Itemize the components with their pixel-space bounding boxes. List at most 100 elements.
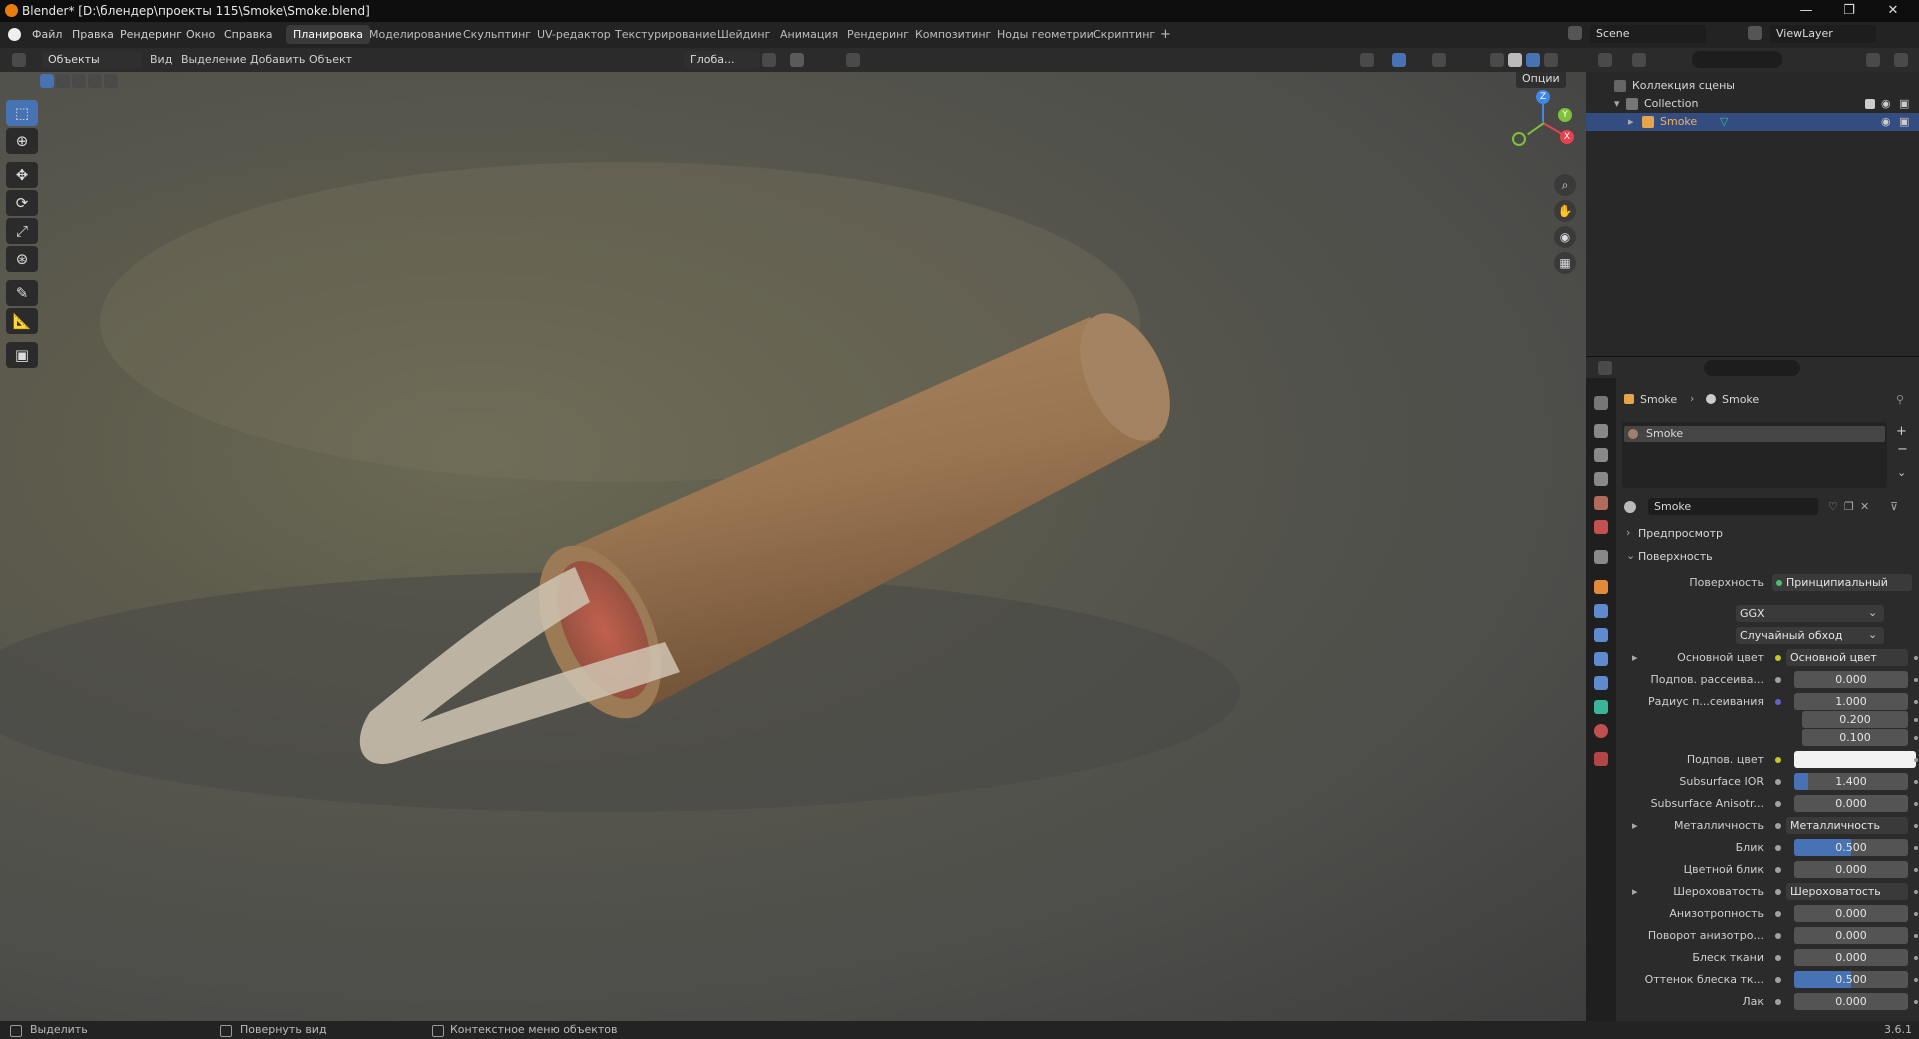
surface-section-header[interactable]: ⌄ Поверхность (1622, 548, 1912, 566)
select-extend-icon[interactable] (56, 74, 70, 88)
numeric-field[interactable]: 0.000 (1794, 949, 1908, 966)
tab-animation[interactable]: Анимация (773, 25, 845, 44)
z-axis-icon[interactable]: Z (1536, 90, 1550, 104)
distribution-dropdown[interactable]: GGX (1736, 605, 1884, 622)
keyframe-dot[interactable] (1914, 846, 1918, 850)
x-axis-icon[interactable]: X (1560, 130, 1574, 144)
zoom-icon[interactable]: ⌕ (1554, 174, 1576, 196)
numeric-field[interactable]: 0.000 (1794, 795, 1908, 812)
numeric-field[interactable]: 0.000 (1794, 671, 1908, 688)
preview-section-header[interactable]: › Предпросмотр (1622, 525, 1912, 543)
perspective-grid-icon[interactable]: ▦ (1554, 252, 1576, 274)
transform-orientation-dropdown[interactable]: Глоба... (684, 51, 760, 69)
proportional-edit-icon[interactable] (846, 53, 860, 67)
tab-scripting[interactable]: Скриптинг (1086, 25, 1162, 44)
data-tab-icon[interactable] (1594, 700, 1608, 714)
tab-rendering[interactable]: Рендеринг (840, 25, 916, 44)
socket-dot[interactable] (1775, 955, 1781, 961)
cursor-icon[interactable]: ⊕ (6, 128, 38, 154)
collection-tab-icon[interactable] (1594, 550, 1608, 564)
tab-shading[interactable]: Шейдинг (710, 25, 777, 44)
menu-object[interactable]: Объект (309, 53, 352, 66)
rendered-shading-icon[interactable] (1544, 53, 1558, 67)
color-swatch[interactable] (1794, 751, 1916, 768)
select-subtract-icon[interactable] (72, 74, 86, 88)
maximize-button[interactable]: ❐ (1829, 1, 1869, 21)
remove-slot-button[interactable]: − (1897, 442, 1908, 457)
view-layer-icon[interactable] (1748, 26, 1762, 40)
select-new-icon[interactable] (40, 74, 54, 88)
numeric-field[interactable]: 0.500 (1794, 971, 1908, 988)
menu-file[interactable]: Файл (32, 28, 62, 41)
visibility-icon[interactable] (1360, 53, 1374, 67)
output-tab-icon[interactable] (1594, 448, 1608, 462)
add-cube-icon[interactable]: ▣ (6, 342, 38, 368)
exclude-checkbox[interactable] (1865, 99, 1875, 109)
add-slot-button[interactable]: + (1896, 424, 1907, 439)
minimize-button[interactable]: — (1786, 1, 1826, 21)
menu-view[interactable]: Вид (150, 53, 172, 66)
outliner-row-scene-collection[interactable]: Коллекция сцены (1586, 77, 1919, 95)
keyframe-dot[interactable] (1914, 912, 1918, 916)
socket-dot[interactable] (1775, 999, 1781, 1005)
slot-menu-chevron-icon[interactable]: ⌄ (1897, 466, 1906, 479)
chevron-right-icon[interactable]: ▸ (1628, 113, 1634, 131)
filter-icon[interactable] (1866, 53, 1880, 67)
tab-geometry-nodes[interactable]: Ноды геометрии (990, 25, 1101, 44)
numeric-field[interactable]: 0.200 (1802, 711, 1908, 728)
numeric-field[interactable]: 0.000 (1794, 861, 1908, 878)
material-name-field[interactable]: Smoke (1648, 498, 1818, 515)
options-dropdown[interactable]: Опции (1516, 72, 1566, 88)
menu-render[interactable]: Рендеринг (120, 28, 182, 41)
modifiers-tab-icon[interactable] (1594, 604, 1608, 618)
keyframe-dot[interactable] (1914, 700, 1918, 704)
node-tree-icon[interactable]: ⊽ (1890, 500, 1898, 513)
rotate-icon[interactable]: ⟳ (6, 190, 38, 216)
keyframe-dot[interactable] (1914, 736, 1918, 740)
keyframe-dot[interactable] (1914, 978, 1918, 982)
object-tab-icon[interactable] (1594, 580, 1608, 594)
socket-dot[interactable] (1775, 655, 1781, 661)
keyframe-dot[interactable] (1914, 934, 1918, 938)
transform-icon[interactable]: ⊛ (6, 246, 38, 272)
move-icon[interactable]: ✥ (6, 162, 38, 188)
render-tab-icon[interactable] (1594, 424, 1608, 438)
linked-input-field[interactable]: Основной цвет (1786, 649, 1908, 666)
constraints-tab-icon[interactable] (1594, 676, 1608, 690)
solid-shading-icon[interactable] (1508, 53, 1522, 67)
scene-tab-icon[interactable] (1594, 496, 1608, 510)
socket-dot[interactable] (1775, 823, 1781, 829)
numeric-field[interactable]: 0.000 (1794, 993, 1908, 1010)
unlink-icon[interactable]: ✕ (1860, 500, 1869, 513)
tab-layout[interactable]: Планировка (286, 25, 370, 44)
keyframe-dot[interactable] (1914, 758, 1918, 762)
subsurface-method-dropdown[interactable]: Случайный обход (1736, 627, 1884, 644)
eye-icon[interactable]: ◉ (1881, 95, 1891, 113)
view-layer-selector[interactable]: ViewLayer (1770, 25, 1876, 43)
socket-dot[interactable] (1775, 977, 1781, 983)
keyframe-dot[interactable] (1914, 868, 1918, 872)
scale-icon[interactable]: ⤢ (6, 218, 38, 244)
duplicate-icon[interactable]: ❐ (1844, 500, 1854, 513)
material-slot-list[interactable]: Smoke (1622, 422, 1887, 488)
eye-icon[interactable]: ◉ (1881, 113, 1891, 131)
numeric-field[interactable]: 0.000 (1794, 927, 1908, 944)
menu-window[interactable]: Окно (186, 28, 215, 41)
socket-dot[interactable] (1775, 911, 1781, 917)
numeric-field[interactable]: 0.100 (1802, 729, 1908, 746)
browse-material-icon[interactable] (1624, 501, 1636, 513)
snap-icon[interactable] (790, 53, 804, 67)
keyframe-dot[interactable] (1914, 824, 1918, 828)
physics-tab-icon[interactable] (1594, 652, 1608, 666)
tool-tab-icon[interactable] (1594, 396, 1608, 410)
keyframe-dot[interactable] (1914, 890, 1918, 894)
close-window-button[interactable]: ✕ (1873, 1, 1913, 21)
keyframe-dot[interactable] (1914, 1000, 1918, 1004)
keyframe-dot[interactable] (1914, 802, 1918, 806)
camera-view-icon[interactable]: ◉ (1554, 226, 1576, 248)
gizmo-toggle-icon[interactable] (1392, 53, 1406, 67)
display-mode-icon[interactable] (1632, 53, 1646, 67)
keyframe-dot[interactable] (1914, 678, 1918, 682)
blender-menu-icon[interactable] (8, 28, 21, 41)
keyframe-dot[interactable] (1914, 718, 1918, 722)
